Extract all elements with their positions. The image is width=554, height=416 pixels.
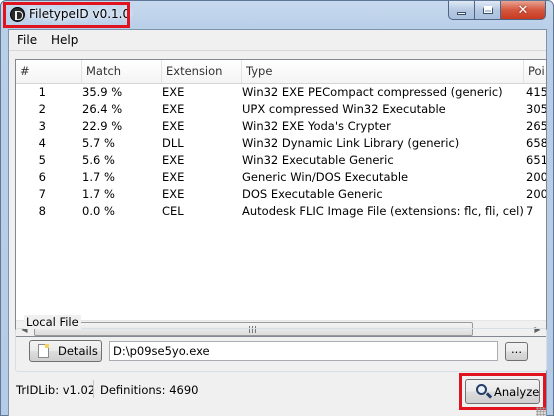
cell-match: 5.6 % bbox=[82, 153, 115, 167]
cell-type: Win32 Dynamic Link Library (generic) bbox=[242, 136, 460, 150]
column-header-points[interactable]: Poi bbox=[524, 60, 546, 83]
menu-file[interactable]: File bbox=[17, 33, 37, 47]
cell-extension: EXE bbox=[162, 153, 185, 167]
cell-number: 2 bbox=[38, 102, 46, 116]
cell-number: 1 bbox=[38, 85, 46, 99]
cell-type: Generic Win/DOS Executable bbox=[242, 170, 409, 184]
column-header-type[interactable]: Type bbox=[242, 60, 524, 83]
cell-match: 26.4 % bbox=[82, 102, 123, 116]
magnifier-icon bbox=[476, 384, 487, 395]
list-header: # Match Extension Type Poi bbox=[16, 60, 546, 84]
cell-match: 0.0 % bbox=[82, 204, 115, 218]
close-button[interactable]: ✕ bbox=[501, 1, 546, 20]
column-header-extension[interactable]: Extension bbox=[162, 60, 242, 83]
definitions-count: Definitions: 4690 bbox=[100, 383, 199, 397]
table-row[interactable]: 5 5.6 % EXE Win32 Executable Generic 651 bbox=[16, 152, 546, 169]
cell-number: 6 bbox=[38, 170, 46, 184]
local-file-label: Local File bbox=[24, 315, 81, 329]
caption-buttons: ✕ bbox=[448, 1, 546, 21]
browse-button[interactable]: ... bbox=[505, 342, 528, 361]
cell-points: 200 bbox=[526, 170, 547, 184]
status-separator bbox=[93, 380, 94, 398]
cell-type: Win32 EXE PECompact compressed (generic) bbox=[242, 85, 503, 99]
cell-match: 5.7 % bbox=[82, 136, 115, 150]
cell-number: 5 bbox=[38, 153, 46, 167]
analyze-button-label: Analyze bbox=[494, 385, 540, 399]
list-rows: 1 35.9 % EXE Win32 EXE PECompact compres… bbox=[16, 84, 546, 220]
cell-extension: EXE bbox=[162, 170, 185, 184]
minimize-icon bbox=[457, 11, 466, 15]
cell-extension: CEL bbox=[162, 204, 184, 218]
analyze-button[interactable]: Analyze bbox=[465, 379, 540, 404]
cell-extension: EXE bbox=[162, 85, 185, 99]
cell-number: 4 bbox=[38, 136, 46, 150]
title-highlight-box bbox=[3, 2, 130, 28]
close-icon: ✕ bbox=[517, 2, 529, 18]
details-button[interactable]: Details bbox=[29, 340, 102, 362]
cell-type: DOS Executable Generic bbox=[242, 187, 383, 201]
cell-points: 265 bbox=[526, 119, 547, 133]
maximize-button[interactable] bbox=[475, 1, 501, 20]
app-window: FiletypeID v0.1.0 ✕ File Help # Match Ex… bbox=[0, 0, 554, 416]
client-area: File Help # Match Extension Type Poi 1 3… bbox=[8, 29, 547, 416]
cell-type: UPX compressed Win32 Executable bbox=[242, 102, 446, 116]
cell-match: 1.7 % bbox=[82, 187, 115, 201]
cell-number: 3 bbox=[38, 119, 46, 133]
cell-type: Win32 EXE Yoda's Crypter bbox=[242, 119, 391, 133]
column-header-number[interactable]: # bbox=[16, 60, 82, 83]
cell-type: Win32 Executable Generic bbox=[242, 153, 394, 167]
column-header-match[interactable]: Match bbox=[82, 60, 162, 83]
cell-points: 658 bbox=[526, 136, 547, 150]
table-row[interactable]: 3 22.9 % EXE Win32 EXE Yoda's Crypter 26… bbox=[16, 118, 546, 135]
cell-match: 35.9 % bbox=[82, 85, 123, 99]
cell-extension: DLL bbox=[162, 136, 184, 150]
document-icon bbox=[38, 344, 49, 358]
details-button-label: Details bbox=[58, 344, 98, 358]
cell-type: Autodesk FLIC Image File (extensions: fl… bbox=[242, 204, 524, 218]
cell-points: 305 bbox=[526, 102, 547, 116]
cell-extension: EXE bbox=[162, 187, 185, 201]
table-row[interactable]: 8 0.0 % CEL Autodesk FLIC Image File (ex… bbox=[16, 203, 546, 220]
menu-help[interactable]: Help bbox=[51, 33, 78, 47]
cell-points: 651 bbox=[526, 153, 547, 167]
cell-points: 200 bbox=[526, 187, 547, 201]
table-row[interactable]: 1 35.9 % EXE Win32 EXE PECompact compres… bbox=[16, 84, 546, 101]
menu-bar: File Help bbox=[9, 30, 546, 51]
table-row[interactable]: 4 5.7 % DLL Win32 Dynamic Link Library (… bbox=[16, 135, 546, 152]
table-row[interactable]: 7 1.7 % EXE DOS Executable Generic 200 bbox=[16, 186, 546, 203]
cell-number: 8 bbox=[38, 204, 46, 218]
tridlib-version: TrIDLib: v1.02 bbox=[16, 383, 96, 397]
title-bar[interactable]: FiletypeID v0.1.0 ✕ bbox=[1, 1, 553, 29]
table-row[interactable]: 6 1.7 % EXE Generic Win/DOS Executable 2… bbox=[16, 169, 546, 186]
cell-match: 1.7 % bbox=[82, 170, 115, 184]
resize-grip-icon[interactable] bbox=[536, 407, 546, 416]
file-path-input[interactable] bbox=[109, 341, 498, 361]
cell-extension: EXE bbox=[162, 119, 185, 133]
results-list[interactable]: # Match Extension Type Poi 1 35.9 % EXE … bbox=[15, 59, 547, 337]
table-row[interactable]: 2 26.4 % EXE UPX compressed Win32 Execut… bbox=[16, 101, 546, 118]
cell-number: 7 bbox=[38, 187, 46, 201]
minimize-button[interactable] bbox=[448, 1, 475, 20]
cell-points: 7 bbox=[526, 204, 534, 218]
cell-extension: EXE bbox=[162, 102, 185, 116]
maximize-icon bbox=[482, 6, 493, 14]
cell-match: 22.9 % bbox=[82, 119, 123, 133]
cell-points: 415 bbox=[526, 85, 547, 99]
